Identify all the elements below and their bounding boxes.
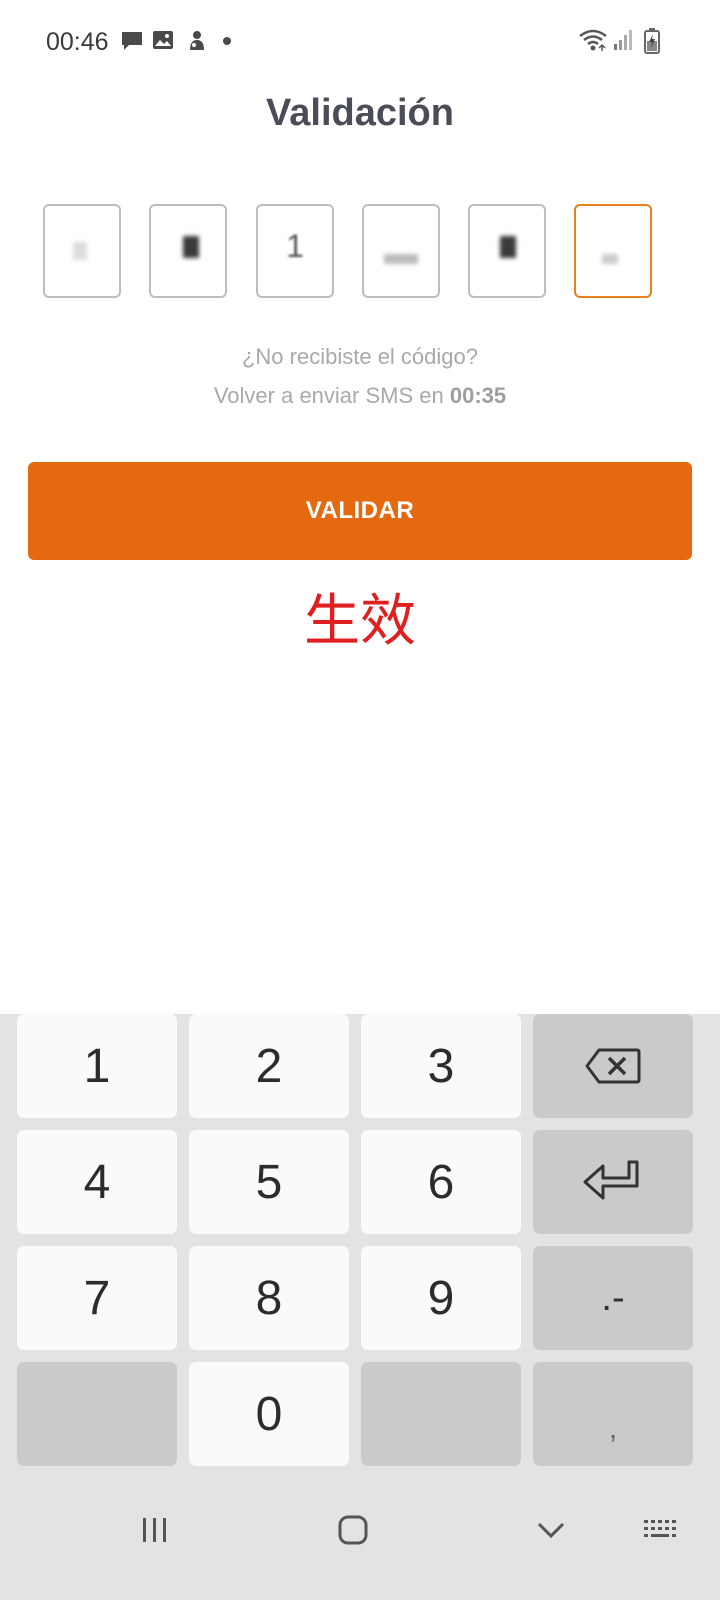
otp-blur-mark <box>384 254 418 264</box>
key-5[interactable]: 5 <box>189 1130 349 1234</box>
otp-blur-mark <box>500 236 516 258</box>
key-9[interactable]: 9 <box>361 1246 521 1350</box>
otp-digit-3: 1 <box>286 228 304 264</box>
key-0[interactable]: 0 <box>189 1362 349 1466</box>
enter-icon <box>583 1160 639 1200</box>
otp-box-4[interactable] <box>362 204 440 298</box>
comma-key[interactable]: , <box>533 1362 693 1466</box>
comma-label: , <box>608 1412 618 1445</box>
key-1[interactable]: 1 <box>17 1014 177 1118</box>
status-bar: 00:46 <box>0 0 720 84</box>
image-icon <box>153 31 173 49</box>
validate-button[interactable]: VALIDAR <box>28 462 692 560</box>
backspace-key[interactable] <box>533 1014 693 1118</box>
navigation-bar <box>0 1488 720 1600</box>
status-time: 00:46 <box>46 28 109 56</box>
resend-countdown: Volver a enviar SMS en 00:35 <box>0 383 720 409</box>
backspace-icon <box>585 1048 641 1084</box>
enter-key[interactable] <box>533 1130 693 1234</box>
key-3[interactable]: 3 <box>361 1014 521 1118</box>
key-7[interactable]: 7 <box>17 1246 177 1350</box>
blank-key-right <box>361 1362 521 1466</box>
otp-code-inputs: 1 <box>43 204 663 298</box>
keyboard-switch-icon[interactable] <box>642 1518 678 1542</box>
otp-box-1[interactable] <box>43 204 121 298</box>
annotation-label: 生效 <box>304 589 416 654</box>
otp-box-6[interactable] <box>574 204 652 298</box>
dot-dash-label: .- <box>601 1276 625 1319</box>
otp-box-3[interactable]: 1 <box>256 204 334 298</box>
wifi-icon <box>579 29 607 51</box>
resend-timer: 00:35 <box>449 383 507 408</box>
otp-box-2[interactable] <box>149 204 227 298</box>
blank-key-left <box>17 1362 177 1466</box>
key-2[interactable]: 2 <box>189 1014 349 1118</box>
otp-box-5[interactable] <box>468 204 546 298</box>
home-icon[interactable] <box>337 1514 369 1546</box>
otp-blur-mark <box>73 242 87 260</box>
otp-blur-mark <box>183 236 199 258</box>
hide-keyboard-icon[interactable] <box>536 1520 566 1540</box>
app-notification-icon <box>190 31 204 50</box>
page-title: Validación <box>266 92 454 134</box>
recent-apps-icon[interactable] <box>140 1516 170 1544</box>
key-6[interactable]: 6 <box>361 1130 521 1234</box>
resend-prefix: Volver a enviar SMS en <box>213 383 450 408</box>
key-8[interactable]: 8 <box>189 1246 349 1350</box>
battery-charging-icon <box>644 28 660 54</box>
dot-icon <box>223 37 231 45</box>
dot-dash-key[interactable]: .- <box>533 1246 693 1350</box>
key-4[interactable]: 4 <box>17 1130 177 1234</box>
signal-icon <box>614 30 632 50</box>
message-icon <box>122 32 142 50</box>
resend-question: ¿No recibiste el código? <box>241 344 478 369</box>
otp-blur-mark <box>602 254 618 264</box>
